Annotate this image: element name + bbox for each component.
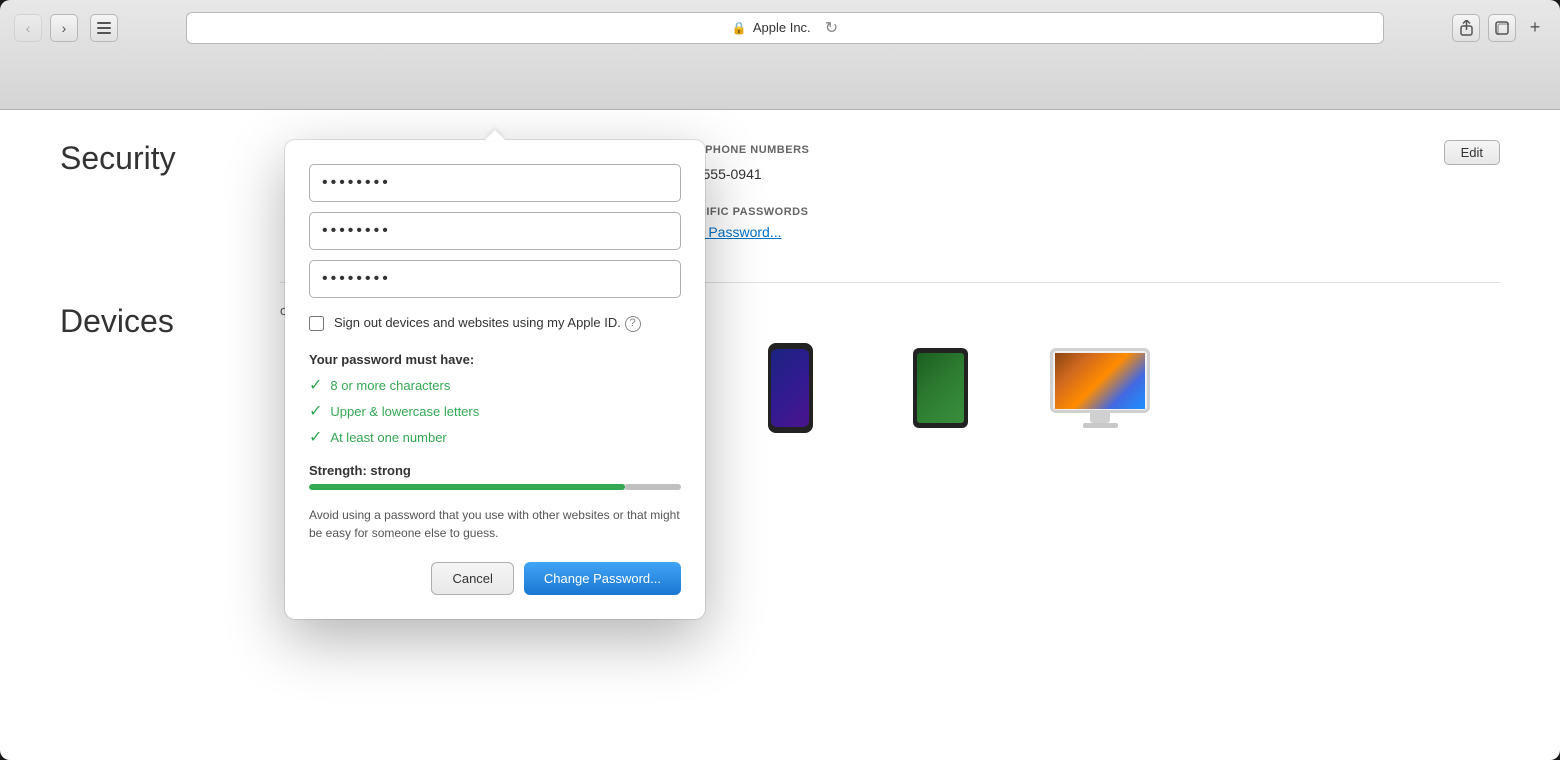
req-text-1: 8 or more characters xyxy=(330,378,450,393)
req-text-2: Upper & lowercase letters xyxy=(330,404,479,419)
new-tab-button[interactable]: + xyxy=(1524,14,1546,42)
toolbar: ‹ › 🔒 Apple Inc. ↻ xyxy=(0,0,1560,55)
check-icon-3: ✓ xyxy=(309,427,322,447)
sidebar-button[interactable] xyxy=(90,14,118,42)
strength-bar-container xyxy=(309,484,681,490)
cancel-button[interactable]: Cancel xyxy=(431,562,513,595)
url-text: Apple Inc. xyxy=(753,20,811,35)
warning-text: Avoid using a password that you use with… xyxy=(309,506,681,542)
requirements-header: Your password must have: xyxy=(309,352,681,367)
strength-bar-fill xyxy=(309,484,625,490)
mac-frame: ‹ › 🔒 Apple Inc. ↻ xyxy=(0,0,1560,760)
share-button[interactable] xyxy=(1452,14,1480,42)
popup-buttons: Cancel Change Password... xyxy=(309,562,681,595)
check-icon-1: ✓ xyxy=(309,375,322,395)
confirm-password-input[interactable] xyxy=(309,260,681,298)
req-characters: ✓ 8 or more characters xyxy=(309,375,681,395)
toolbar-right: + xyxy=(1452,14,1546,42)
address-bar[interactable]: 🔒 Apple Inc. ↻ xyxy=(186,12,1384,44)
back-button[interactable]: ‹ xyxy=(14,14,42,42)
new-password-input[interactable] xyxy=(309,212,681,250)
change-password-button[interactable]: Change Password... xyxy=(524,562,681,595)
strength-bar-empty xyxy=(625,484,681,490)
req-number: ✓ At least one number xyxy=(309,427,681,447)
signout-checkbox[interactable] xyxy=(309,316,324,331)
strength-section: Strength: strong xyxy=(309,463,681,490)
help-icon[interactable]: ? xyxy=(625,316,641,332)
req-text-3: At least one number xyxy=(330,430,446,445)
password-popup: Sign out devices and websites using my A… xyxy=(285,140,705,619)
signout-label: Sign out devices and websites using my A… xyxy=(334,314,641,332)
check-icon-2: ✓ xyxy=(309,401,322,421)
req-case: ✓ Upper & lowercase letters xyxy=(309,401,681,421)
reload-button[interactable]: ↻ xyxy=(825,18,838,38)
strength-label: Strength: strong xyxy=(309,463,681,478)
forward-button[interactable]: › xyxy=(50,14,78,42)
lock-icon: 🔒 xyxy=(732,21,747,35)
page-content: Security PASSWORD Change Password... TRU… xyxy=(0,110,1560,760)
browser-chrome: ‹ › 🔒 Apple Inc. ↻ xyxy=(0,0,1560,110)
current-password-input[interactable] xyxy=(309,164,681,202)
popup-overlay: Sign out devices and websites using my A… xyxy=(0,110,1560,760)
tabs-button[interactable] xyxy=(1488,14,1516,42)
signout-checkbox-row: Sign out devices and websites using my A… xyxy=(309,314,681,332)
